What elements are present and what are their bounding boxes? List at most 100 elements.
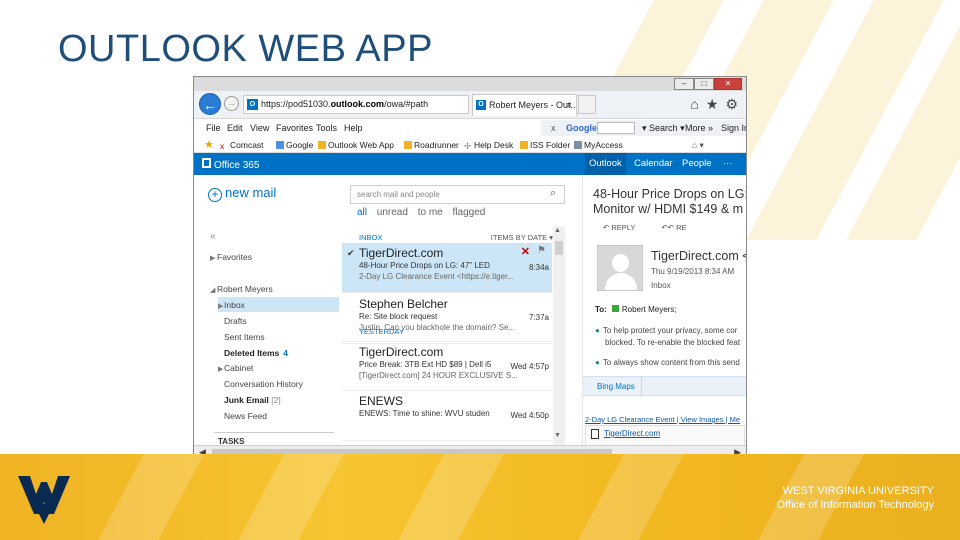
fav-roadrunner[interactable]: Roadrunner xyxy=(404,137,459,153)
collapse-pane-button[interactable]: « xyxy=(210,231,216,242)
menu-file[interactable]: File xyxy=(206,119,221,137)
back-button[interactable]: ← xyxy=(199,93,221,115)
expand-inbox-icon[interactable]: ▶ xyxy=(218,302,223,310)
home-icon[interactable]: ⌂ xyxy=(690,94,698,114)
message-item[interactable]: ENEWS ENEWS: Time to shine: WVU studen W… xyxy=(342,391,552,441)
folder-sent-items[interactable]: Sent Items xyxy=(224,332,265,342)
search-mail-input[interactable]: search mail and people ⌕ xyxy=(350,185,565,204)
folder-pane: + new mail « ▶ Favorites ◢ Robert Meyers … xyxy=(194,175,339,445)
message-list-scrollbar[interactable]: ▲ ▼ xyxy=(553,227,565,445)
info-text[interactable]: blocked. To re-enable the blocked feat xyxy=(595,337,740,349)
expand-cabinet-icon[interactable]: ▶ xyxy=(218,365,223,373)
fav-iss-folder[interactable]: ISS Folder xyxy=(520,137,570,153)
footer-stripe xyxy=(396,454,504,540)
google-close-icon[interactable]: x xyxy=(551,120,556,136)
filter-all[interactable]: all xyxy=(357,207,367,218)
delete-icon[interactable]: ✕ xyxy=(521,245,530,258)
nav-calendar[interactable]: Calendar xyxy=(634,153,673,175)
message-item[interactable]: ✔ TigerDirect.com ✕ ⚑ 48-Hour Price Drop… xyxy=(342,243,552,293)
scroll-up-icon[interactable]: ▲ xyxy=(554,227,561,234)
maximize-button[interactable]: □ xyxy=(694,78,714,90)
avatar-head xyxy=(612,254,629,272)
forward-button[interactable]: → xyxy=(224,96,239,111)
owa-content: + new mail « ▶ Favorites ◢ Robert Meyers … xyxy=(194,175,746,445)
fav-comcast[interactable]: x Comcast xyxy=(220,137,264,153)
flag-icon[interactable]: ⚑ xyxy=(537,245,546,256)
favorites-star-icon[interactable]: ★ xyxy=(204,137,214,153)
favorites-star-icon[interactable]: ★ xyxy=(706,94,719,114)
folder-conversation-history[interactable]: Conversation History xyxy=(224,379,303,389)
outlook-tab-icon: O xyxy=(476,100,486,110)
menu-tools[interactable]: Tools xyxy=(316,119,337,137)
new-mail-button[interactable]: + new mail xyxy=(208,185,276,202)
reply-all-button[interactable]: ↶↶ RE xyxy=(661,223,686,232)
message-item[interactable]: Stephen Belcher Re: Site block request 7… xyxy=(342,294,552,344)
more-button[interactable]: More » xyxy=(685,120,713,136)
signin-link[interactable]: Sign In xyxy=(721,120,746,136)
close-window-button[interactable]: ✕ xyxy=(714,78,742,90)
footer-text: WEST VIRGINIA UNIVERSITY Office of Infor… xyxy=(777,484,934,512)
gear-icon[interactable]: ⚙ xyxy=(725,94,738,114)
folder-inbox[interactable]: Inbox xyxy=(224,300,245,310)
home-icon[interactable]: ⌂ ▾ xyxy=(692,137,704,153)
url-suffix: /owa/#path xyxy=(384,99,429,109)
show-content-notice[interactable]: ● To always show content from this send xyxy=(595,357,740,369)
wvu-logo-icon xyxy=(18,476,70,524)
filter-unread[interactable]: unread xyxy=(377,207,408,218)
message-preview: [TigerDirect.com] 24 HOUR EXCLUSIVE S... xyxy=(359,371,518,380)
office365-logo[interactable]: Office 365 xyxy=(202,153,259,177)
fav-myaccess[interactable]: MyAccess xyxy=(574,137,623,153)
folder-deleted-items[interactable]: Deleted Items 4 xyxy=(224,348,288,358)
menu-help[interactable]: Help xyxy=(344,119,363,137)
menu-edit[interactable]: Edit xyxy=(227,119,243,137)
message-subject: 48-Hour Price Drops on LG: 47" LED xyxy=(359,261,490,270)
google-search-button[interactable]: ▾ Search ▾ xyxy=(642,120,685,136)
tasks-header[interactable]: TASKS xyxy=(218,437,245,445)
collapse-account-icon[interactable]: ◢ xyxy=(210,286,215,294)
presence-icon xyxy=(611,305,619,312)
nav-outlook[interactable]: Outlook xyxy=(585,153,626,175)
page-icon xyxy=(318,141,326,149)
favorites-label[interactable]: Favorites xyxy=(217,252,252,262)
message-time: Wed 4:50p xyxy=(510,411,549,420)
sort-dropdown[interactable]: ITEMS BY DATE ▾ xyxy=(491,233,553,242)
reading-date: Thu 9/19/2013 8:34 AM xyxy=(651,267,735,276)
folder-cabinet[interactable]: Cabinet xyxy=(224,363,253,373)
bing-maps-button[interactable]: Bing Maps xyxy=(591,377,642,396)
account-label[interactable]: Robert Meyers xyxy=(217,284,273,294)
scroll-thumb[interactable] xyxy=(555,241,563,255)
apps-bar: Bing Maps xyxy=(583,376,746,396)
expand-favorites-icon[interactable]: ▶ xyxy=(210,254,215,262)
google-search-input[interactable] xyxy=(597,122,635,134)
fav-outlook-web-app[interactable]: Outlook Web App xyxy=(318,137,394,153)
nav-people[interactable]: People xyxy=(682,153,712,175)
address-bar[interactable]: O https://pod51030.outlook.com/owa/#path xyxy=(243,95,469,114)
menu-view[interactable]: View xyxy=(250,119,269,137)
new-tab-button[interactable] xyxy=(578,95,596,114)
menu-favorites[interactable]: Favorites xyxy=(276,119,313,137)
folder-junk-email[interactable]: Junk Email [2] xyxy=(224,395,281,405)
filter-to-me[interactable]: to me xyxy=(418,207,443,218)
message-item[interactable]: TigerDirect.com Price Break: 3TB Ext HD … xyxy=(342,341,552,391)
fav-help-desk[interactable]: ✢ Help Desk xyxy=(464,137,513,153)
search-icon[interactable]: ⌕ xyxy=(550,185,556,202)
email-links[interactable]: 2-Day LG Clearance Event | View Images |… xyxy=(585,415,740,424)
recipient-name[interactable]: Robert Meyers; xyxy=(622,305,677,314)
reading-sender[interactable]: TigerDirect.com < xyxy=(651,249,746,263)
info-bullet-icon: ● xyxy=(595,326,600,335)
filter-flagged[interactable]: flagged xyxy=(453,207,486,218)
email-body-link[interactable]: TigerDirect.com xyxy=(604,429,660,438)
menu-bar: File Edit View Favorites Tools Help x Go… xyxy=(194,119,746,137)
reply-button[interactable]: ↶ REPLY xyxy=(603,223,635,232)
fav-google[interactable]: Google xyxy=(276,137,313,153)
folder-news-feed[interactable]: News Feed xyxy=(224,411,267,421)
close-tab-icon[interactable]: × xyxy=(567,95,572,116)
office365-label: Office 365 xyxy=(214,160,260,171)
folder-drafts[interactable]: Drafts xyxy=(224,316,247,326)
minimize-button[interactable]: – xyxy=(674,78,694,90)
scroll-down-icon[interactable]: ▼ xyxy=(554,432,561,439)
outlook-favicon-icon: O xyxy=(247,99,258,110)
reply-all-label: RE xyxy=(676,223,687,232)
nav-more[interactable]: ··· xyxy=(723,153,733,175)
browser-tab[interactable]: O Robert Meyers - Out... × xyxy=(472,94,577,116)
